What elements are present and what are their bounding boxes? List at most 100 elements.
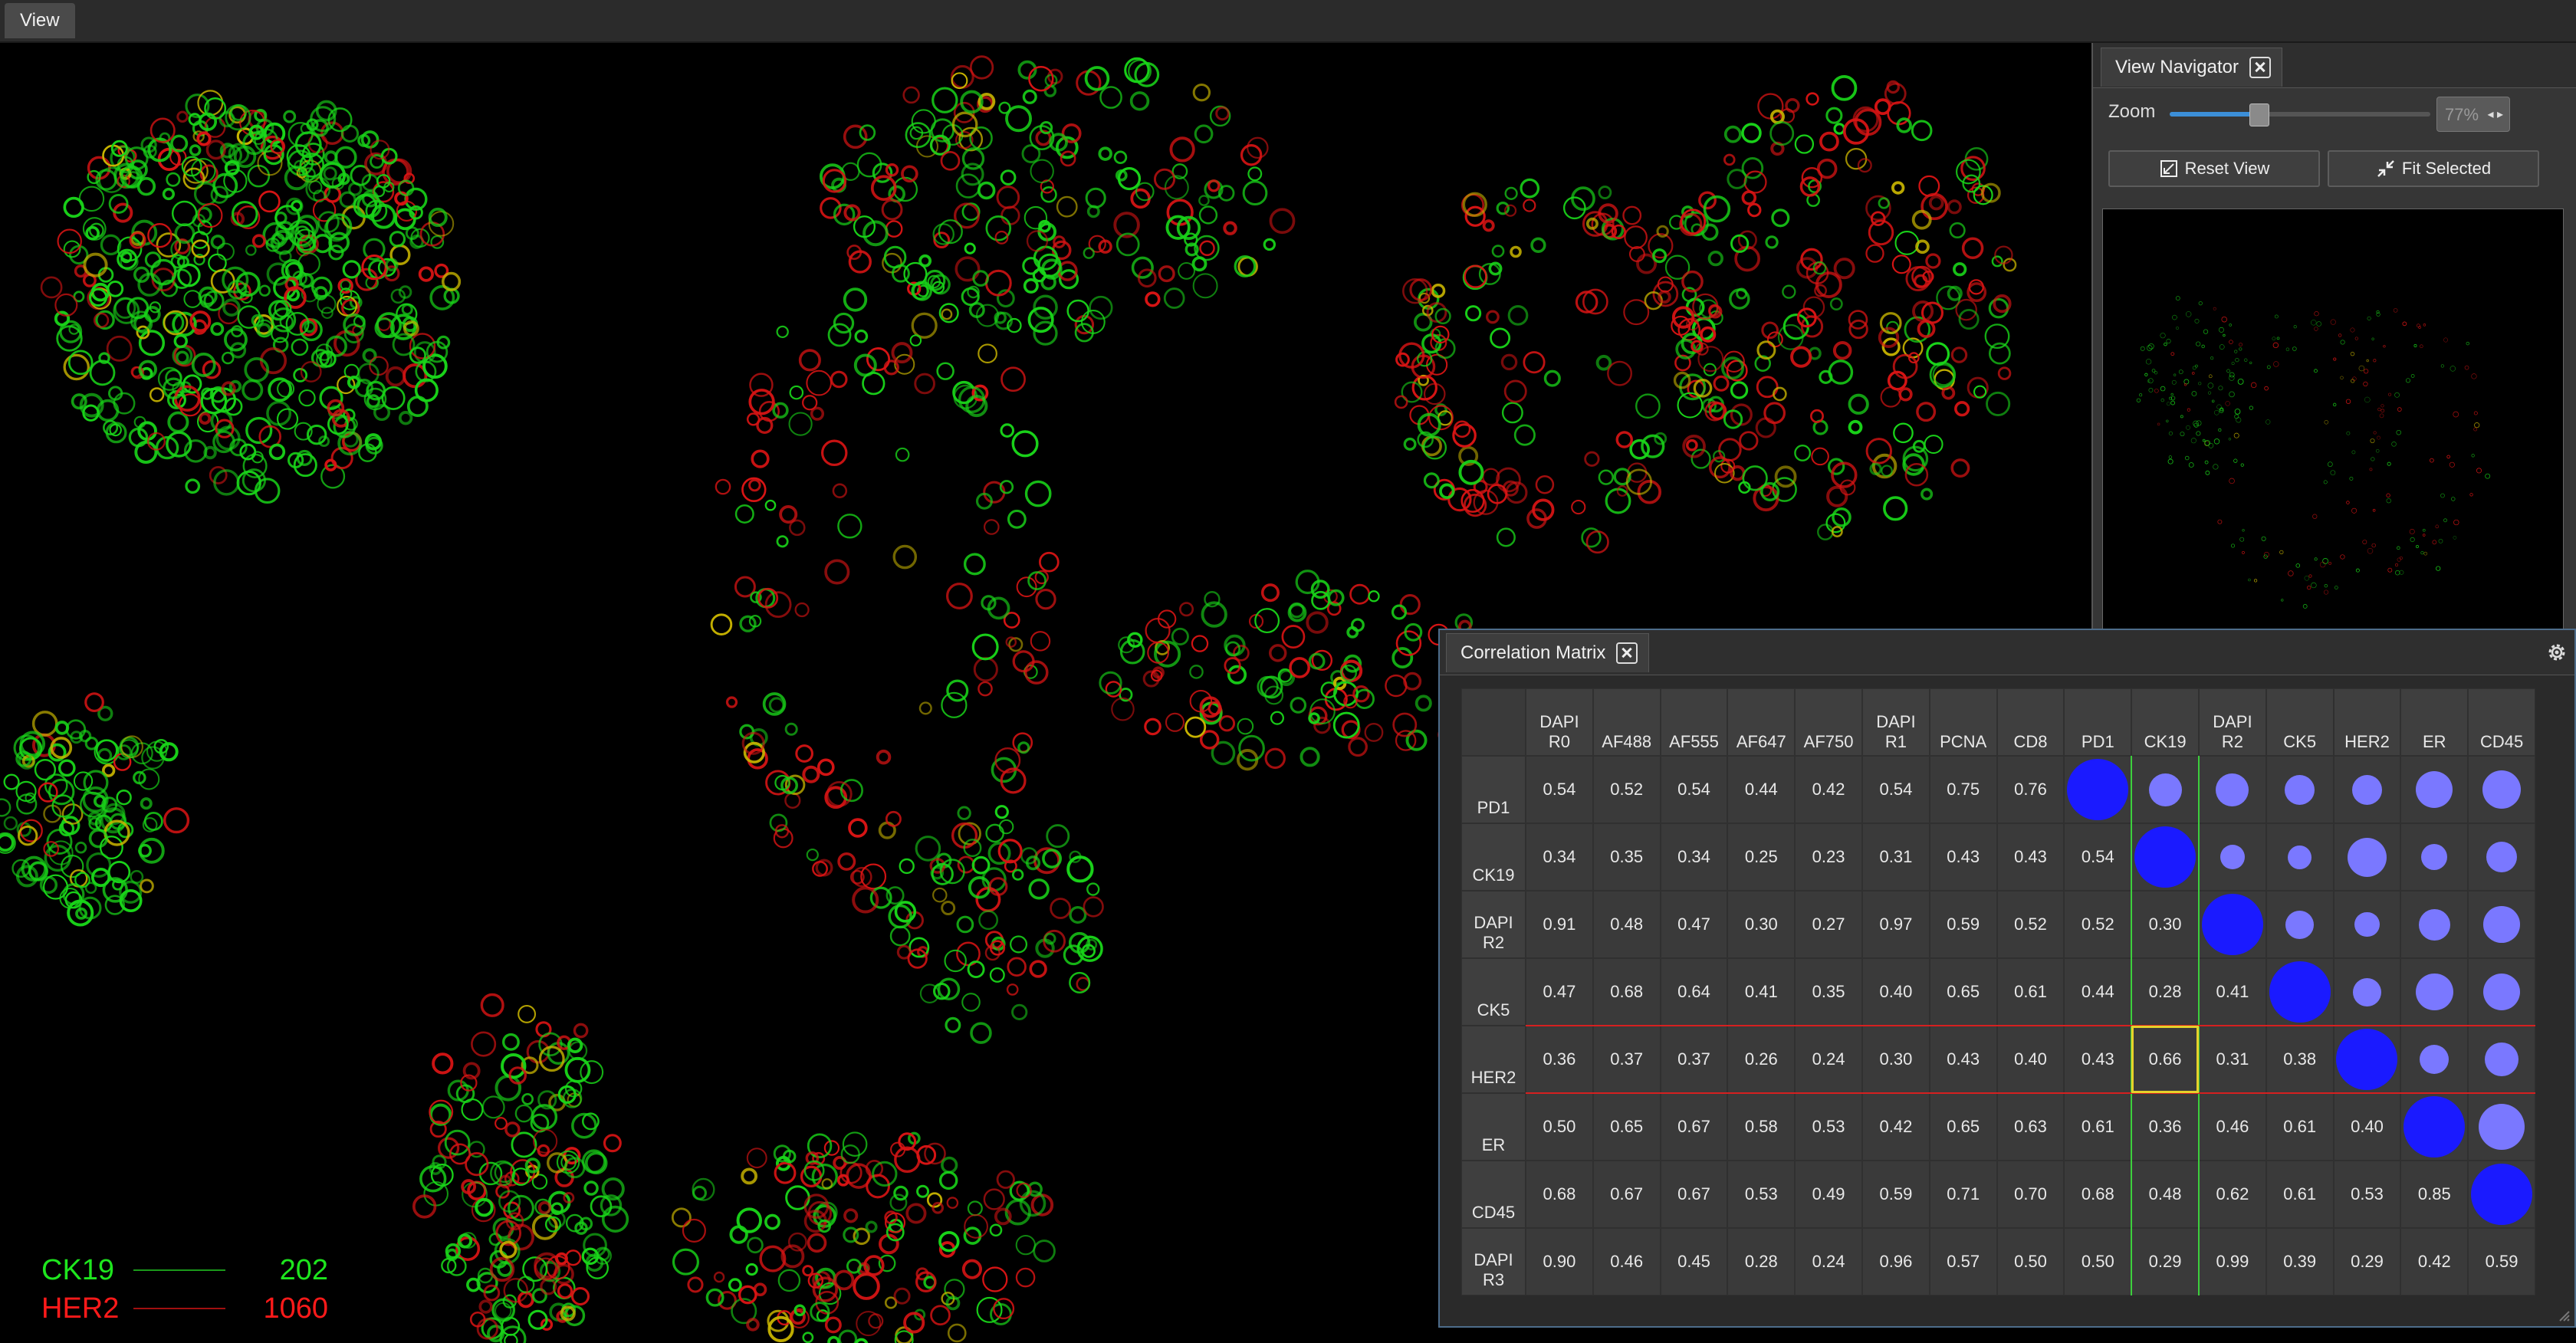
correlation-value-cell[interactable]: 0.59	[1929, 891, 1997, 958]
correlation-dot-cell[interactable]	[2199, 823, 2266, 891]
correlation-value-cell[interactable]: 0.99	[2199, 1228, 2266, 1295]
correlation-value-cell[interactable]: 0.29	[2333, 1228, 2401, 1295]
column-header[interactable]: ER	[2400, 688, 2469, 756]
column-header[interactable]: PCNA	[1929, 688, 1997, 756]
correlation-value-cell[interactable]: 0.58	[1727, 1093, 1796, 1161]
correlation-dot-cell[interactable]	[2333, 1026, 2401, 1093]
correlation-value-cell[interactable]: 0.42	[1862, 1093, 1930, 1161]
row-header[interactable]: DAPI R2	[1461, 891, 1526, 958]
correlation-value-cell[interactable]: 0.70	[1996, 1161, 2065, 1228]
correlation-dot-cell[interactable]	[2333, 756, 2401, 823]
correlation-value-cell[interactable]: 0.43	[1996, 823, 2065, 891]
correlation-value-cell[interactable]: 0.27	[1795, 891, 1862, 958]
correlation-value-cell[interactable]: 0.65	[1929, 1093, 1997, 1161]
correlation-value-cell[interactable]: 0.41	[2199, 958, 2266, 1026]
correlation-value-cell[interactable]: 0.50	[1996, 1228, 2065, 1295]
correlation-value-cell[interactable]: 0.75	[1929, 756, 1997, 823]
correlation-value-cell[interactable]: 0.76	[1996, 756, 2065, 823]
correlation-value-cell[interactable]: 0.39	[2266, 1228, 2334, 1295]
column-header[interactable]: DAPI R2	[2199, 688, 2266, 756]
correlation-value-cell[interactable]: 0.54	[1862, 756, 1930, 823]
row-header[interactable]: ER	[1461, 1093, 1526, 1161]
correlation-dot-cell[interactable]	[2266, 958, 2334, 1026]
row-header[interactable]: PD1	[1461, 756, 1526, 823]
correlation-value-cell[interactable]: 0.97	[1862, 891, 1930, 958]
correlation-dot-cell[interactable]	[2468, 823, 2535, 891]
correlation-value-cell[interactable]: 0.43	[2064, 1026, 2132, 1093]
row-header[interactable]: DAPI R3	[1461, 1228, 1526, 1295]
correlation-value-cell[interactable]: 0.54	[1526, 756, 1593, 823]
correlation-value-cell[interactable]: 0.23	[1795, 823, 1862, 891]
correlation-value-cell[interactable]: 0.34	[1660, 823, 1728, 891]
reset-view-button[interactable]: Reset View	[2108, 150, 2320, 187]
correlation-value-cell[interactable]: 0.47	[1660, 891, 1728, 958]
correlation-value-cell[interactable]: 0.65	[1929, 958, 1997, 1026]
correlation-dot-cell[interactable]	[2400, 1026, 2469, 1093]
correlation-value-cell[interactable]: 0.63	[1996, 1093, 2065, 1161]
correlation-value-cell[interactable]: 0.64	[1660, 958, 1728, 1026]
column-header[interactable]: CD45	[2468, 688, 2535, 756]
gear-icon[interactable]	[2545, 641, 2568, 664]
correlation-value-cell[interactable]: 0.30	[2131, 891, 2199, 958]
column-header[interactable]: DAPI R0	[1526, 688, 1593, 756]
view-tab[interactable]: View	[5, 3, 75, 38]
correlation-dot-cell[interactable]	[2468, 1093, 2535, 1161]
correlation-dot-cell[interactable]	[2333, 958, 2401, 1026]
correlation-value-cell[interactable]: 0.68	[2064, 1161, 2132, 1228]
correlation-value-cell[interactable]: 0.68	[1526, 1161, 1593, 1228]
correlation-value-cell[interactable]: 0.37	[1660, 1026, 1728, 1093]
correlation-value-cell[interactable]: 0.71	[1929, 1161, 1997, 1228]
correlation-value-cell[interactable]: 0.43	[1929, 823, 1997, 891]
zoom-value-field[interactable]: 77% ◂ ▸	[2436, 97, 2510, 132]
correlation-value-cell[interactable]: 0.47	[1526, 958, 1593, 1026]
close-icon[interactable]	[1616, 642, 1638, 664]
column-header[interactable]: CK5	[2266, 688, 2334, 756]
correlation-value-cell[interactable]: 0.25	[1727, 823, 1796, 891]
correlation-value-cell[interactable]: 0.36	[2131, 1093, 2199, 1161]
correlation-dot-cell[interactable]	[2131, 823, 2199, 891]
correlation-value-cell[interactable]: 0.49	[1795, 1161, 1862, 1228]
zoom-slider[interactable]	[2170, 103, 2430, 126]
correlation-value-cell[interactable]: 0.54	[2064, 823, 2132, 891]
correlation-dot-cell[interactable]	[2400, 958, 2469, 1026]
correlation-value-cell[interactable]: 0.90	[1526, 1228, 1593, 1295]
correlation-value-cell[interactable]: 0.31	[2199, 1026, 2266, 1093]
correlation-value-cell[interactable]: 0.53	[2333, 1161, 2401, 1228]
correlation-value-cell[interactable]: 0.52	[1996, 891, 2065, 958]
correlation-value-cell[interactable]: 0.37	[1592, 1026, 1661, 1093]
view-navigator-tab[interactable]: View Navigator	[2101, 48, 2282, 87]
correlation-dot-cell[interactable]	[2333, 891, 2401, 958]
correlation-dot-cell[interactable]	[2266, 891, 2334, 958]
correlation-value-cell[interactable]: 0.61	[1996, 958, 2065, 1026]
correlation-value-cell[interactable]: 0.52	[1592, 756, 1661, 823]
correlation-dot-cell[interactable]	[2199, 756, 2266, 823]
correlation-dot-cell[interactable]	[2468, 958, 2535, 1026]
correlation-value-cell[interactable]: 0.67	[1592, 1161, 1661, 1228]
column-header[interactable]: CK19	[2131, 688, 2199, 756]
correlation-value-cell[interactable]: 0.26	[1727, 1026, 1796, 1093]
correlation-value-cell[interactable]: 0.40	[2333, 1093, 2401, 1161]
correlation-dot-cell[interactable]	[2468, 891, 2535, 958]
correlation-value-cell[interactable]: 0.30	[1862, 1026, 1930, 1093]
correlation-value-cell[interactable]: 0.31	[1862, 823, 1930, 891]
correlation-value-cell[interactable]: 0.35	[1592, 823, 1661, 891]
correlation-value-cell[interactable]: 0.45	[1660, 1228, 1728, 1295]
correlation-value-cell[interactable]: 0.59	[1862, 1161, 1930, 1228]
row-header[interactable]: CK5	[1461, 958, 1526, 1026]
column-header[interactable]: AF555	[1660, 688, 1728, 756]
correlation-dot-cell[interactable]	[2333, 823, 2401, 891]
column-header[interactable]: HER2	[2333, 688, 2401, 756]
correlation-value-cell[interactable]: 0.50	[2064, 1228, 2132, 1295]
correlation-value-cell[interactable]: 0.35	[1795, 958, 1862, 1026]
correlation-matrix-tab[interactable]: Correlation Matrix	[1446, 633, 1650, 672]
column-header[interactable]: DAPI R1	[1862, 688, 1930, 756]
correlation-value-cell[interactable]: 0.41	[1727, 958, 1796, 1026]
correlation-dot-cell[interactable]	[2266, 823, 2334, 891]
correlation-dot-cell[interactable]	[2468, 1161, 2535, 1228]
correlation-value-cell[interactable]: 0.43	[1929, 1026, 1997, 1093]
correlation-value-cell[interactable]: 0.68	[1592, 958, 1661, 1026]
correlation-value-cell[interactable]: 0.54	[1660, 756, 1728, 823]
row-header[interactable]: CD45	[1461, 1161, 1526, 1228]
correlation-value-cell[interactable]: 0.42	[2400, 1228, 2469, 1295]
correlation-dot-cell[interactable]	[2400, 756, 2469, 823]
